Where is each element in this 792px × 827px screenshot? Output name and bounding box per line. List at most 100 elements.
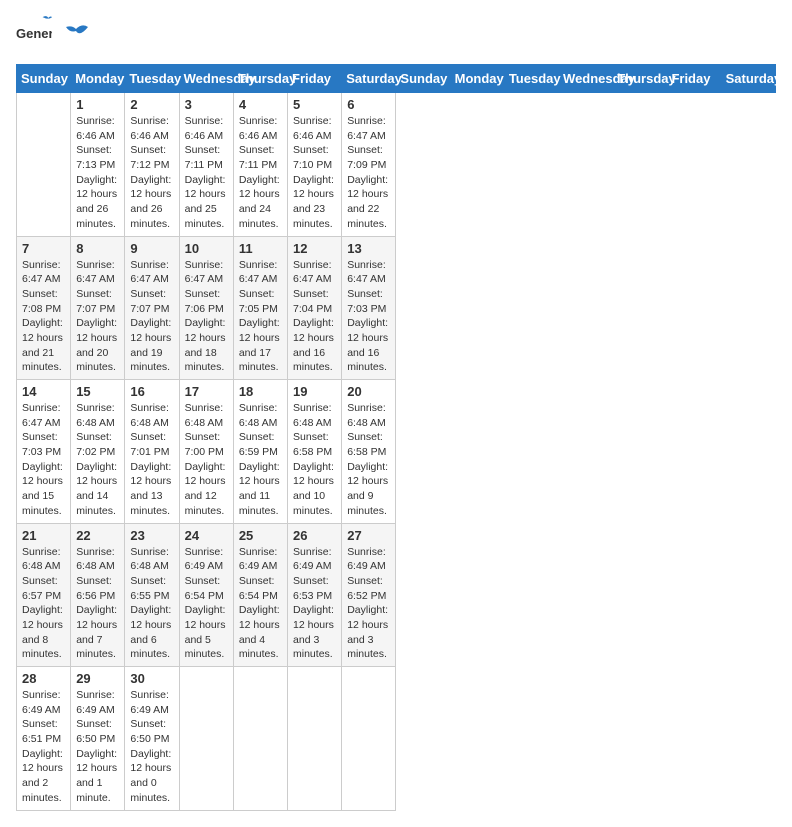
day-info: Sunrise: 6:48 AM Sunset: 6:57 PM Dayligh…: [22, 545, 65, 663]
calendar-cell: 5 Sunrise: 6:46 AM Sunset: 7:10 PM Daylig…: [288, 93, 342, 237]
calendar-week-row: 28 Sunrise: 6:49 AM Sunset: 6:51 PM Dayli…: [17, 667, 776, 811]
calendar-cell: 18 Sunrise: 6:48 AM Sunset: 6:59 PM Dayli…: [233, 380, 287, 524]
calendar-header-tuesday: Tuesday: [504, 65, 558, 93]
calendar-cell: 30 Sunrise: 6:49 AM Sunset: 6:50 PM Dayli…: [125, 667, 179, 811]
day-number: 8: [76, 241, 119, 256]
day-number: 25: [239, 528, 282, 543]
day-info: Sunrise: 6:47 AM Sunset: 7:07 PM Dayligh…: [76, 258, 119, 376]
day-number: 13: [347, 241, 390, 256]
day-info: Sunrise: 6:49 AM Sunset: 6:52 PM Dayligh…: [347, 545, 390, 663]
calendar-cell: 15 Sunrise: 6:48 AM Sunset: 7:02 PM Dayli…: [71, 380, 125, 524]
day-number: 18: [239, 384, 282, 399]
calendar-cell: 21Sunrise: 6:48 AM Sunset: 6:57 PM Dayli…: [17, 523, 71, 667]
day-info: Sunrise: 6:47 AM Sunset: 7:03 PM Dayligh…: [347, 258, 390, 376]
day-info: Sunrise: 6:47 AM Sunset: 7:08 PM Dayligh…: [22, 258, 65, 376]
day-info: Sunrise: 6:49 AM Sunset: 6:51 PM Dayligh…: [22, 688, 65, 806]
calendar-header-friday: Friday: [288, 65, 342, 93]
day-number: 7: [22, 241, 65, 256]
calendar-cell: 13 Sunrise: 6:47 AM Sunset: 7:03 PM Dayli…: [342, 236, 396, 380]
day-number: 28: [22, 671, 65, 686]
calendar-cell: 3Sunrise: 6:46 AM Sunset: 7:11 PM Daylig…: [179, 93, 233, 237]
day-number: 11: [239, 241, 282, 256]
calendar-cell: 24Sunrise: 6:49 AM Sunset: 6:54 PM Dayli…: [179, 523, 233, 667]
calendar-cell: 17 Sunrise: 6:48 AM Sunset: 7:00 PM Dayli…: [179, 380, 233, 524]
day-number: 16: [130, 384, 173, 399]
day-number: 1: [76, 97, 119, 112]
day-info: Sunrise: 6:46 AM Sunset: 7:13 PM Dayligh…: [76, 114, 119, 232]
calendar-header-thursday: Thursday: [613, 65, 667, 93]
calendar-cell: [179, 667, 233, 811]
day-number: 23: [130, 528, 173, 543]
calendar-cell: 16 Sunrise: 6:48 AM Sunset: 7:01 PM Dayli…: [125, 380, 179, 524]
day-number: 17: [185, 384, 228, 399]
day-info: Sunrise: 6:48 AM Sunset: 6:56 PM Dayligh…: [76, 545, 119, 663]
calendar-cell: 25 Sunrise: 6:49 AM Sunset: 6:54 PM Dayli…: [233, 523, 287, 667]
day-number: 24: [185, 528, 228, 543]
calendar-week-row: 1 Sunrise: 6:46 AM Sunset: 7:13 PM Daylig…: [17, 93, 776, 237]
calendar-cell: 12 Sunrise: 6:47 AM Sunset: 7:04 PM Dayli…: [288, 236, 342, 380]
day-number: 2: [130, 97, 173, 112]
day-number: 22: [76, 528, 119, 543]
calendar-cell: 23 Sunrise: 6:48 AM Sunset: 6:55 PM Dayli…: [125, 523, 179, 667]
calendar-cell: 20Sunrise: 6:48 AM Sunset: 6:58 PM Dayli…: [342, 380, 396, 524]
day-number: 6: [347, 97, 390, 112]
day-info: Sunrise: 6:47 AM Sunset: 7:04 PM Dayligh…: [293, 258, 336, 376]
day-number: 27: [347, 528, 390, 543]
day-info: Sunrise: 6:47 AM Sunset: 7:03 PM Dayligh…: [22, 401, 65, 519]
day-info: Sunrise: 6:47 AM Sunset: 7:06 PM Dayligh…: [185, 258, 228, 376]
calendar-cell: 7 Sunrise: 6:47 AM Sunset: 7:08 PM Daylig…: [17, 236, 71, 380]
calendar-cell: [233, 667, 287, 811]
day-info: Sunrise: 6:48 AM Sunset: 6:55 PM Dayligh…: [130, 545, 173, 663]
day-info: Sunrise: 6:48 AM Sunset: 7:02 PM Dayligh…: [76, 401, 119, 519]
calendar-header-monday: Monday: [71, 65, 125, 93]
calendar-header-sunday: Sunday: [17, 65, 71, 93]
calendar-cell: 19 Sunrise: 6:48 AM Sunset: 6:58 PM Dayli…: [288, 380, 342, 524]
logo: General: [16, 16, 90, 52]
day-info: Sunrise: 6:49 AM Sunset: 6:54 PM Dayligh…: [239, 545, 282, 663]
page-header: General: [16, 16, 776, 52]
calendar-cell: [17, 93, 71, 237]
day-info: Sunrise: 6:49 AM Sunset: 6:50 PM Dayligh…: [76, 688, 119, 806]
calendar-header-sunday: Sunday: [396, 65, 450, 93]
calendar-cell: 27 Sunrise: 6:49 AM Sunset: 6:52 PM Dayli…: [342, 523, 396, 667]
day-number: 12: [293, 241, 336, 256]
day-info: Sunrise: 6:47 AM Sunset: 7:09 PM Dayligh…: [347, 114, 390, 232]
calendar-cell: 22 Sunrise: 6:48 AM Sunset: 6:56 PM Dayli…: [71, 523, 125, 667]
calendar-cell: 8 Sunrise: 6:47 AM Sunset: 7:07 PM Daylig…: [71, 236, 125, 380]
calendar-week-row: 21Sunrise: 6:48 AM Sunset: 6:57 PM Dayli…: [17, 523, 776, 667]
calendar-header-thursday: Thursday: [233, 65, 287, 93]
day-number: 15: [76, 384, 119, 399]
day-number: 30: [130, 671, 173, 686]
logo-icon: General: [16, 16, 52, 52]
calendar-week-row: 7 Sunrise: 6:47 AM Sunset: 7:08 PM Daylig…: [17, 236, 776, 380]
calendar-table: SundayMondayTuesdayWednesdayThursdayFrid…: [16, 64, 776, 811]
day-info: Sunrise: 6:46 AM Sunset: 7:11 PM Dayligh…: [239, 114, 282, 232]
calendar-week-row: 14Sunrise: 6:47 AM Sunset: 7:03 PM Dayli…: [17, 380, 776, 524]
calendar-header-wednesday: Wednesday: [179, 65, 233, 93]
day-number: 19: [293, 384, 336, 399]
day-number: 20: [347, 384, 390, 399]
calendar-header-friday: Friday: [667, 65, 721, 93]
day-info: Sunrise: 6:48 AM Sunset: 7:01 PM Dayligh…: [130, 401, 173, 519]
calendar-header-saturday: Saturday: [342, 65, 396, 93]
calendar-cell: 6 Sunrise: 6:47 AM Sunset: 7:09 PM Daylig…: [342, 93, 396, 237]
day-number: 3: [185, 97, 228, 112]
calendar-cell: [288, 667, 342, 811]
day-number: 26: [293, 528, 336, 543]
day-info: Sunrise: 6:48 AM Sunset: 6:59 PM Dayligh…: [239, 401, 282, 519]
day-info: Sunrise: 6:49 AM Sunset: 6:50 PM Dayligh…: [130, 688, 173, 806]
day-info: Sunrise: 6:46 AM Sunset: 7:10 PM Dayligh…: [293, 114, 336, 232]
day-info: Sunrise: 6:47 AM Sunset: 7:05 PM Dayligh…: [239, 258, 282, 376]
day-info: Sunrise: 6:48 AM Sunset: 6:58 PM Dayligh…: [293, 401, 336, 519]
day-info: Sunrise: 6:48 AM Sunset: 7:00 PM Dayligh…: [185, 401, 228, 519]
day-number: 29: [76, 671, 119, 686]
calendar-cell: 4Sunrise: 6:46 AM Sunset: 7:11 PM Daylig…: [233, 93, 287, 237]
day-number: 9: [130, 241, 173, 256]
calendar-header-tuesday: Tuesday: [125, 65, 179, 93]
calendar-header-wednesday: Wednesday: [559, 65, 613, 93]
day-number: 5: [293, 97, 336, 112]
calendar-cell: 29 Sunrise: 6:49 AM Sunset: 6:50 PM Dayli…: [71, 667, 125, 811]
calendar-header-row: SundayMondayTuesdayWednesdayThursdayFrid…: [17, 65, 776, 93]
calendar-cell: 2Sunrise: 6:46 AM Sunset: 7:12 PM Daylig…: [125, 93, 179, 237]
day-info: Sunrise: 6:47 AM Sunset: 7:07 PM Dayligh…: [130, 258, 173, 376]
